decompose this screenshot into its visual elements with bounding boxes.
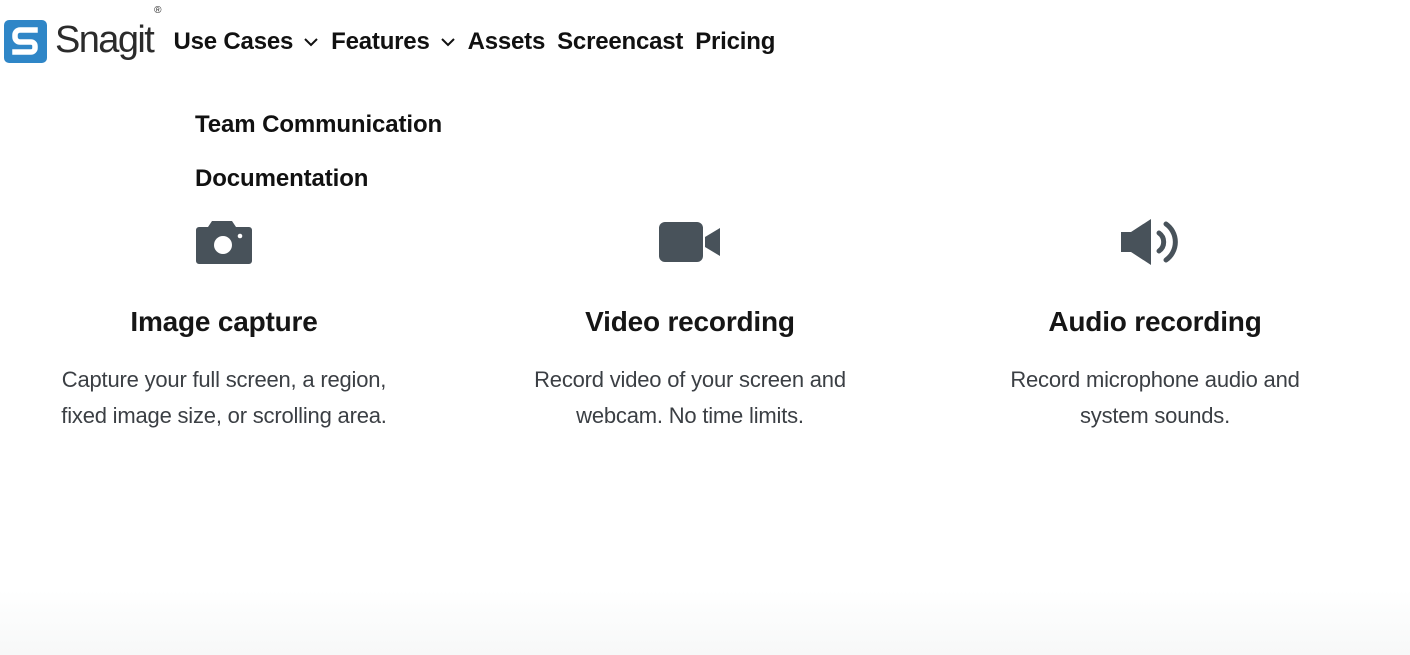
nav-item-features[interactable]: Features bbox=[331, 28, 455, 56]
nav-item-label: Use Cases bbox=[173, 28, 294, 55]
snagit-logo[interactable]: Snagit ® bbox=[4, 5, 162, 63]
feature-title: Audio recording bbox=[1048, 306, 1262, 337]
feature-title: Image capture bbox=[130, 306, 318, 337]
feature-desc-line: system sounds. bbox=[1079, 403, 1231, 428]
use-cases-dropdown: Team Communication Documentation bbox=[195, 108, 442, 216]
site-header: Snagit ® Use Cases Features Assets Screen… bbox=[4, 5, 788, 68]
chevron-down-icon bbox=[440, 37, 456, 47]
nav-item-label: Pricing bbox=[695, 28, 776, 55]
video-camera-icon bbox=[470, 214, 910, 270]
feature-description: Record video of your screen and webcam. … bbox=[470, 362, 910, 434]
menu-item-team-communication[interactable]: Team Communication bbox=[195, 108, 442, 162]
feature-desc-line: fixed image size, or scrolling area. bbox=[61, 403, 387, 428]
nav-item-screencast[interactable]: Screencast bbox=[557, 28, 683, 56]
nav-item-assets[interactable]: Assets bbox=[468, 28, 546, 56]
speaker-icon bbox=[935, 214, 1375, 270]
feature-image-capture: Image capture Capture your full screen, … bbox=[4, 214, 444, 434]
feature-description: Capture your full screen, a region, fixe… bbox=[4, 362, 444, 434]
main-nav: Use Cases Features Assets Screencast Pri… bbox=[174, 28, 788, 56]
feature-title: Video recording bbox=[585, 306, 795, 337]
feature-desc-line: Capture your full screen, a region, bbox=[61, 367, 387, 392]
menu-item-documentation[interactable]: Documentation bbox=[195, 162, 442, 216]
feature-audio-recording: Audio recording Record microphone audio … bbox=[935, 214, 1375, 434]
nav-item-label: Assets bbox=[467, 28, 546, 55]
feature-desc-line: webcam. No time limits. bbox=[576, 403, 804, 428]
feature-description: Record microphone audio and system sound… bbox=[935, 362, 1375, 434]
nav-item-use-cases[interactable]: Use Cases bbox=[174, 28, 320, 56]
logo-wordmark-text: Snagit bbox=[55, 18, 155, 61]
logo-wordmark: Snagit ® bbox=[55, 5, 162, 62]
registered-mark: ® bbox=[154, 4, 162, 16]
page: Snagit ® Use Cases Features Assets Screen… bbox=[0, 0, 1410, 655]
feature-video-recording: Video recording Record video of your scr… bbox=[470, 214, 910, 434]
camera-icon bbox=[4, 214, 444, 270]
snagit-logo-icon bbox=[4, 19, 47, 63]
nav-item-label: Screencast bbox=[557, 28, 684, 55]
chevron-down-icon bbox=[303, 37, 319, 47]
nav-item-label: Features bbox=[331, 28, 430, 55]
feature-desc-line: Record microphone audio and bbox=[1010, 367, 1300, 392]
nav-item-pricing[interactable]: Pricing bbox=[695, 28, 775, 56]
feature-desc-line: Record video of your screen and bbox=[534, 367, 846, 392]
